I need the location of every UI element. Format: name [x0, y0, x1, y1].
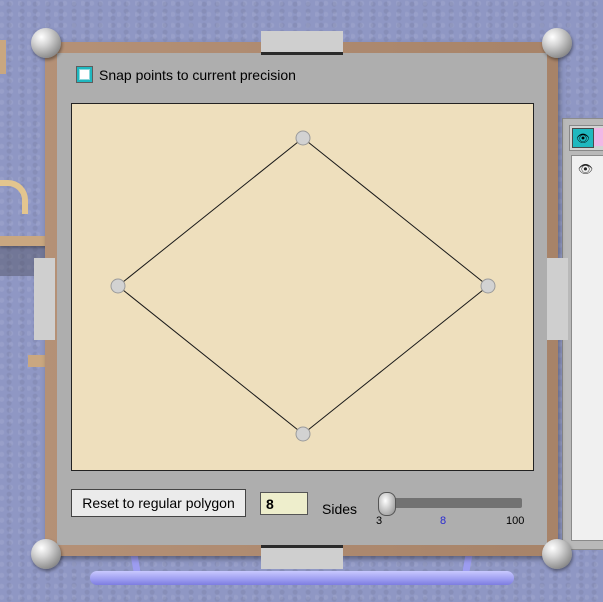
- polygon-vertex-handle[interactable]: [480, 278, 496, 294]
- background-shelf: [0, 236, 48, 246]
- sides-label: Sides: [322, 501, 358, 517]
- sides-input[interactable]: [260, 492, 308, 515]
- slider-min-label: 3: [376, 515, 383, 527]
- slider-max-label: 100: [506, 515, 525, 527]
- background-shelf-edge: [0, 40, 6, 74]
- reset-button[interactable]: Reset to regular polygon: [71, 489, 246, 517]
- eye-icon[interactable]: 👁: [572, 128, 594, 148]
- slider-current-label: 8: [440, 515, 447, 527]
- side-panel-tabs: 👁: [569, 125, 603, 151]
- snap-checkbox[interactable]: [76, 66, 93, 83]
- polygon-vertex-handle[interactable]: [295, 130, 311, 146]
- clip-left: [34, 258, 55, 340]
- polygon-vertex-handle[interactable]: [110, 278, 126, 294]
- polygon-vertex-handle[interactable]: [295, 426, 311, 442]
- polygon-outline: [117, 137, 489, 435]
- polygon-canvas[interactable]: [71, 103, 534, 471]
- corner-knob-top-right: [542, 28, 572, 58]
- polygon-drawing[interactable]: [72, 104, 533, 470]
- corner-knob-bottom-right: [542, 539, 572, 569]
- clip-right: [547, 258, 568, 340]
- snap-label: Snap points to current precision: [99, 66, 296, 83]
- eye-icon[interactable]: 👁: [578, 162, 593, 176]
- side-panel-tab-pink[interactable]: [594, 128, 603, 146]
- stand-base: [90, 571, 514, 585]
- sides-slider-track[interactable]: [386, 498, 522, 508]
- clip-top: [261, 31, 343, 55]
- side-panel: 👁 👁: [562, 118, 603, 550]
- snap-row: Snap points to current precision: [76, 66, 296, 83]
- clip-bottom: [261, 545, 343, 569]
- snap-checkbox-box: [79, 69, 90, 80]
- side-panel-list: 👁: [571, 155, 603, 541]
- sides-slider-thumb[interactable]: [378, 492, 396, 516]
- corner-knob-bottom-left: [31, 539, 61, 569]
- hook-decoration: [0, 180, 28, 214]
- corner-knob-top-left: [31, 28, 61, 58]
